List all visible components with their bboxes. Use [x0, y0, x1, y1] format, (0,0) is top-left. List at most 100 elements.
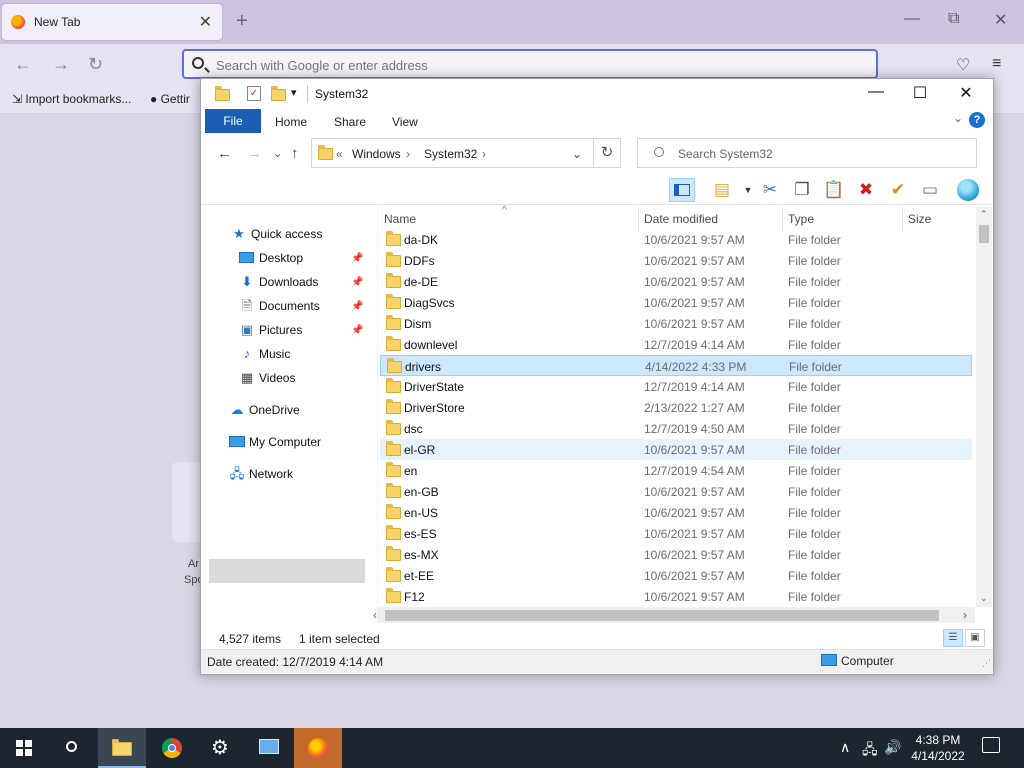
tab-close-icon[interactable]: ✕ [199, 12, 212, 32]
paste-icon[interactable]: 📋 [821, 178, 847, 202]
file-row[interactable]: en-GB 10/6/2021 9:57 AM File folder [380, 481, 972, 502]
help-icon[interactable]: ? [969, 112, 985, 128]
file-row[interactable]: DriverState 12/7/2019 4:14 AM File folder [380, 376, 972, 397]
globe-icon[interactable] [955, 178, 981, 202]
properties-icon[interactable]: ✓ [247, 86, 261, 101]
scroll-left-arrow[interactable]: ‹ [373, 608, 377, 622]
file-row[interactable]: da-DK 10/6/2021 9:57 AM File folder [380, 229, 972, 250]
browser-back-button[interactable]: ← [14, 54, 32, 75]
scroll-up-arrow[interactable]: ⌃ [980, 209, 988, 220]
search-input[interactable]: Search System32 [637, 138, 977, 168]
browser-minimize-button[interactable]: — [904, 10, 920, 28]
getting-started-bookmark[interactable]: ● Gettir [150, 92, 190, 106]
vertical-scrollbar[interactable]: ⌃ ⌄ [976, 207, 992, 607]
address-dropdown-icon[interactable]: ⌄ [572, 147, 582, 161]
search-taskbar-button[interactable] [48, 728, 96, 768]
column-header-type[interactable]: Type [788, 212, 814, 226]
folder-options-icon[interactable]: ▤ [709, 178, 735, 202]
file-row[interactable]: es-MX 10/6/2021 9:57 AM File folder [380, 544, 972, 565]
tab-home[interactable]: Home [275, 115, 307, 129]
file-row[interactable]: drivers 4/14/2022 4:33 PM File folder [380, 355, 972, 376]
pin-icon[interactable]: 📌 [351, 325, 363, 336]
forward-button[interactable]: → [247, 145, 262, 162]
close-button[interactable]: ✕ [951, 83, 981, 103]
scroll-right-arrow[interactable]: › [963, 608, 967, 622]
remote-desktop-taskbar-button[interactable] [246, 728, 294, 768]
quick-access-toolbar-dropdown[interactable]: ▾ [291, 86, 297, 99]
refresh-button[interactable]: ↻ [593, 138, 621, 168]
tab-view[interactable]: View [392, 115, 418, 129]
file-row[interactable]: F12 10/6/2021 9:57 AM File folder [380, 586, 972, 607]
preview-pane-icon[interactable] [669, 178, 695, 202]
back-button[interactable]: ← [217, 145, 232, 162]
clock[interactable]: 4:38 PM 4/14/2022 [906, 732, 970, 764]
notifications-icon[interactable] [982, 737, 1000, 753]
up-button[interactable]: ↑ [291, 145, 299, 162]
firefox-taskbar-button[interactable] [294, 728, 342, 768]
file-explorer-taskbar-button[interactable] [98, 728, 146, 768]
browser-close-button[interactable]: ✕ [994, 10, 1007, 30]
file-row[interactable]: DriverStore 2/13/2022 1:27 AM File folder [380, 397, 972, 418]
chrome-taskbar-button[interactable] [148, 728, 196, 768]
browser-reload-button[interactable]: ↻ [88, 54, 103, 75]
browser-forward-button[interactable]: → [52, 54, 70, 75]
import-bookmarks-link[interactable]: ⇲ Import bookmarks... [12, 92, 131, 106]
file-row[interactable]: en-US 10/6/2021 9:57 AM File folder [380, 502, 972, 523]
copy-icon[interactable]: ❐ [789, 178, 815, 202]
volume-icon[interactable]: 🔊 [884, 739, 901, 756]
file-row[interactable]: downlevel 12/7/2019 4:14 AM File folder [380, 334, 972, 355]
breadcrumb-separator[interactable]: › [406, 147, 410, 161]
breadcrumb-windows[interactable]: Windows [352, 147, 401, 161]
recent-locations-dropdown[interactable]: ⌄ [273, 147, 282, 160]
tab-file[interactable]: File [205, 109, 261, 133]
large-icons-view-button[interactable]: ▣ [965, 629, 985, 647]
breadcrumb-system32[interactable]: System32 [424, 147, 477, 161]
pocket-icon[interactable]: ♡ [956, 55, 970, 75]
scroll-down-arrow[interactable]: ⌄ [980, 593, 988, 604]
file-row[interactable]: et-EE 10/6/2021 9:57 AM File folder [380, 565, 972, 586]
column-separator[interactable] [902, 207, 903, 231]
tab-share[interactable]: Share [334, 115, 366, 129]
file-row[interactable]: de-DE 10/6/2021 9:57 AM File folder [380, 271, 972, 292]
pin-icon[interactable]: 📌 [351, 277, 363, 288]
pin-icon[interactable]: 📌 [351, 253, 363, 264]
browser-restore-button[interactable]: ⧉ [948, 10, 959, 28]
properties-icon[interactable]: ▭ [917, 178, 943, 202]
file-row[interactable]: es-ES 10/6/2021 9:57 AM File folder [380, 523, 972, 544]
column-separator[interactable] [638, 207, 639, 231]
browser-tab-new-tab[interactable]: New Tab ✕ [2, 4, 222, 40]
pin-icon[interactable]: 📌 [351, 301, 363, 312]
breadcrumb-overflow[interactable]: « [336, 147, 343, 161]
new-tab-button[interactable]: + [236, 10, 248, 33]
details-view-button[interactable]: ☰ [943, 629, 963, 647]
file-row[interactable]: dsc 12/7/2019 4:50 AM File folder [380, 418, 972, 439]
horizontal-scrollbar[interactable]: ‹ › [373, 607, 975, 623]
file-row[interactable]: Dism 10/6/2021 9:57 AM File folder [380, 313, 972, 334]
expand-ribbon-icon[interactable]: ⌄ [953, 111, 963, 125]
address-bar[interactable]: « Windows › System32 › ⌄ [311, 138, 621, 168]
scrollbar-thumb[interactable] [385, 610, 939, 621]
delete-icon[interactable]: ✖ [853, 178, 879, 202]
file-row[interactable]: DDFs 10/6/2021 9:57 AM File folder [380, 250, 972, 271]
minimize-button[interactable]: — [861, 83, 891, 101]
start-button[interactable] [0, 728, 48, 768]
network-icon[interactable]: 🖧 [862, 739, 878, 763]
browser-address-bar[interactable]: Search with Google or enter address [182, 49, 878, 79]
column-header-size[interactable]: Size [908, 212, 931, 226]
browser-menu-icon[interactable]: ≡ [992, 55, 1001, 73]
file-row[interactable]: el-GR 10/6/2021 9:57 AM File folder [380, 439, 972, 460]
column-separator[interactable] [782, 207, 783, 231]
show-hidden-icons[interactable]: ∧ [840, 739, 850, 756]
breadcrumb-separator[interactable]: › [482, 147, 486, 161]
new-folder-icon[interactable] [271, 86, 286, 101]
file-row[interactable]: DiagSvcs 10/6/2021 9:57 AM File folder [380, 292, 972, 313]
maximize-button[interactable]: ☐ [905, 83, 935, 103]
column-header-date-modified[interactable]: Date modified [644, 212, 718, 226]
scrollbar-thumb[interactable] [979, 225, 989, 243]
column-header-name[interactable]: Name [384, 212, 416, 226]
resize-grip-icon[interactable]: ⋰ [982, 658, 991, 669]
cut-icon[interactable]: ✂ [757, 178, 783, 202]
file-row[interactable]: en 12/7/2019 4:54 AM File folder [380, 460, 972, 481]
rename-icon[interactable]: ✔ [885, 178, 911, 202]
settings-taskbar-button[interactable]: ⚙ [196, 728, 244, 768]
